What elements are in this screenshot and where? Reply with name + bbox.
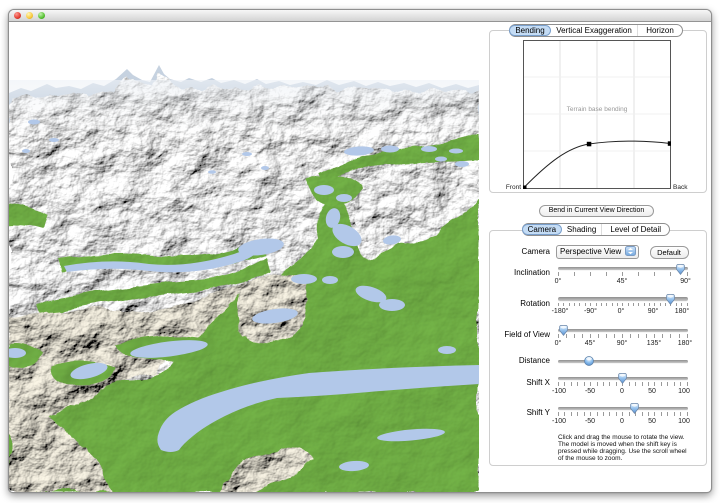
svg-text:Terrain base bending: Terrain base bending [567, 106, 628, 113]
